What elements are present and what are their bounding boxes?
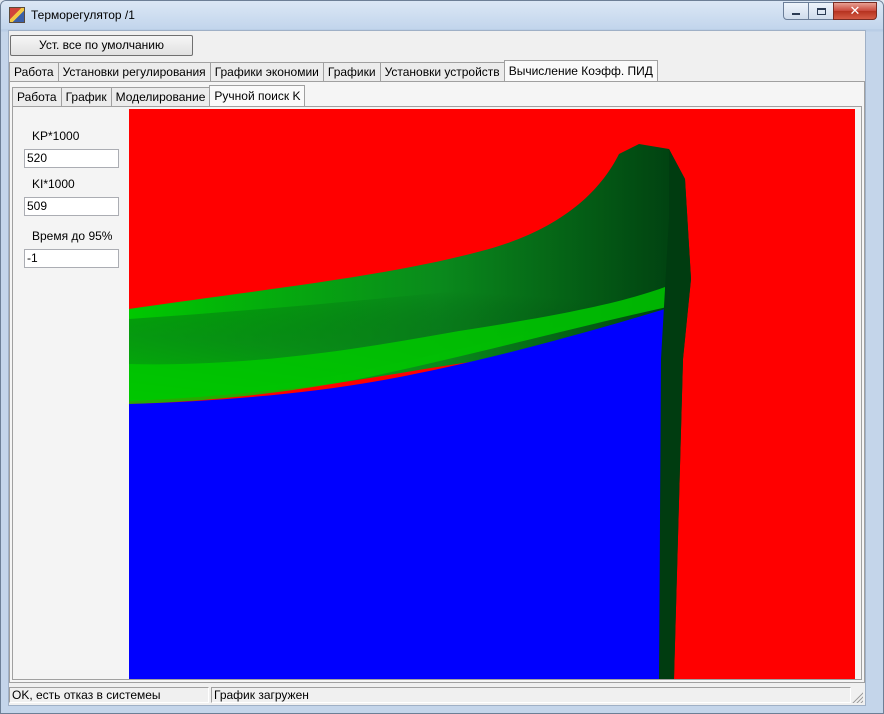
main-window: Терморегулятор /1 ✕ Уст. все по умолчани… — [0, 0, 884, 714]
k-search-map[interactable] — [129, 109, 855, 679]
maximize-button[interactable] — [808, 2, 834, 20]
app-icon[interactable] — [9, 7, 25, 23]
tab-pid-calculation[interactable]: Вычисление Коэфф. ПИД — [503, 60, 658, 81]
main-tab-strip: Работа Установки регулирования Графики э… — [9, 60, 658, 82]
tab-device-settings[interactable]: Установки устройств — [379, 62, 505, 81]
client-area: Уст. все по умолчанию Работа Установки р… — [8, 30, 866, 706]
title-bar[interactable]: Терморегулятор /1 ✕ — [1, 1, 883, 29]
tab-economy-charts[interactable]: Графики экономии — [209, 62, 324, 81]
subtab-manual-k-search[interactable]: Ручной поиск K — [209, 85, 306, 106]
maximize-icon — [816, 7, 826, 15]
minimize-button[interactable] — [783, 2, 809, 20]
status-graph: График загружен — [211, 687, 851, 703]
tab-charts[interactable]: Графики — [322, 62, 381, 81]
tab-work[interactable]: Работа — [9, 62, 59, 81]
minimize-icon — [792, 13, 800, 15]
k-search-map-svg[interactable] — [129, 109, 855, 679]
subtab-modeling[interactable]: Моделирование — [110, 87, 211, 106]
pid-calculation-page: Работа График Моделирование Ручной поиск… — [9, 81, 865, 683]
kp-field[interactable]: 520 — [24, 149, 119, 168]
close-button[interactable]: ✕ — [833, 2, 877, 20]
window-title: Терморегулятор /1 — [31, 8, 135, 22]
close-icon: ✕ — [849, 3, 861, 18]
window-controls: ✕ — [783, 2, 877, 20]
time95-field[interactable]: -1 — [24, 249, 119, 268]
ki-field[interactable]: 509 — [24, 197, 119, 216]
manual-k-search-page: KP*1000 520 KI*1000 509 Время до 95% -1 — [12, 106, 862, 680]
sub-tab-strip: Работа График Моделирование Ручной поиск… — [12, 85, 306, 107]
subtab-work[interactable]: Работа — [12, 87, 62, 106]
ki-label: KI*1000 — [32, 177, 75, 191]
subtab-graph[interactable]: График — [60, 87, 112, 106]
set-defaults-button[interactable]: Уст. все по умолчанию — [10, 35, 193, 56]
resize-grip-icon[interactable] — [851, 691, 863, 703]
kp-label: KP*1000 — [32, 129, 80, 143]
status-system: OK, есть отказ в системеы — [9, 687, 209, 703]
tab-regulation-settings[interactable]: Установки регулирования — [57, 62, 211, 81]
time95-label: Время до 95% — [32, 229, 113, 243]
status-bar: OK, есть отказ в системеы График загруже… — [9, 685, 865, 705]
